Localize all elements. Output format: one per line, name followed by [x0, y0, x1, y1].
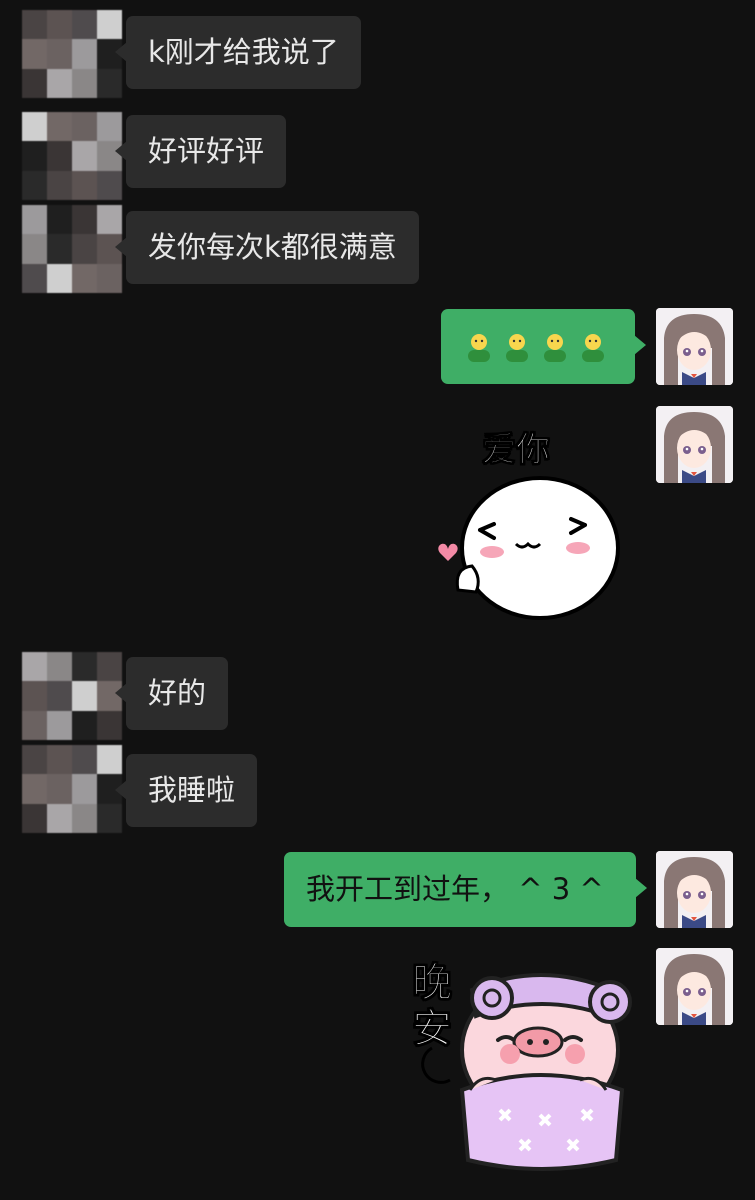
message-text: 好的 [148, 676, 207, 710]
emoji-row [463, 332, 613, 364]
message-bubble-incoming[interactable]: 好的 [114, 657, 229, 730]
contact-avatar[interactable] [22, 745, 122, 833]
contact-avatar[interactable] [22, 652, 122, 740]
my-avatar[interactable] [656, 851, 733, 928]
green-person-emoji [468, 334, 490, 362]
pig-in-blanket-icon [421, 973, 632, 1171]
contact-avatar[interactable] [22, 10, 122, 98]
anime-girl-avatar-icon [656, 851, 733, 928]
message-bubble-outgoing[interactable]: 我开工到过年， ^ 3 ^ [284, 852, 647, 927]
message-text: 好评好评 [148, 134, 265, 168]
message-bubble-incoming[interactable]: 好评好评 [114, 115, 287, 188]
anime-girl-avatar-icon [656, 308, 733, 385]
green-person-emoji [506, 334, 528, 362]
green-person-emoji [582, 334, 604, 362]
green-person-emoji [544, 334, 566, 362]
message-bubble-outgoing[interactable] [441, 309, 646, 384]
message-text: 发你每次k都很满意 [148, 230, 397, 264]
my-avatar[interactable] [656, 308, 733, 385]
message-bubble-incoming[interactable]: 我睡啦 [114, 754, 258, 827]
anime-girl-avatar-icon [656, 948, 733, 1025]
love-you-sticker[interactable]: 爱你 [430, 420, 630, 625]
my-avatar[interactable] [656, 406, 733, 483]
message-bubble-incoming[interactable]: 发你每次k都很满意 [115, 211, 419, 284]
smiling-blob-icon [438, 476, 620, 620]
message-text: 我开工到过年， ^ 3 ^ [306, 872, 604, 906]
anime-girl-avatar-icon [656, 406, 733, 483]
contact-avatar[interactable] [22, 112, 122, 200]
message-text: k刚才给我说了 [148, 35, 339, 69]
message-bubble-incoming[interactable]: k刚才给我说了 [115, 16, 361, 89]
good-night-pig-sticker[interactable]: 晚 安 [410, 950, 640, 1175]
my-avatar[interactable] [656, 948, 733, 1025]
message-text: 我睡啦 [148, 773, 236, 807]
contact-avatar[interactable] [22, 205, 122, 293]
